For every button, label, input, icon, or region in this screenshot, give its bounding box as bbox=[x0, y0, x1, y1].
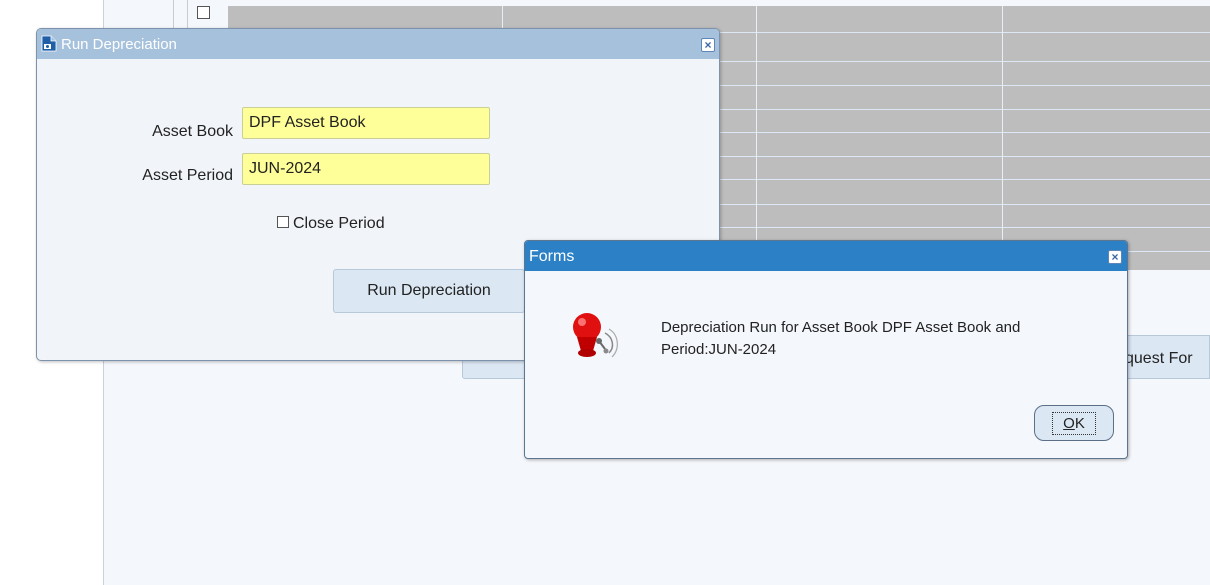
asset-book-label: Asset Book bbox=[152, 123, 233, 140]
close-icon[interactable]: × bbox=[701, 38, 715, 52]
asset-period-label: Asset Period bbox=[142, 167, 233, 184]
run-depreciation-button[interactable]: Run Depreciation bbox=[333, 269, 525, 313]
run-depreciation-titlebar[interactable]: Run Depreciation × bbox=[37, 29, 719, 59]
dialog-title: Forms bbox=[529, 248, 575, 265]
asset-book-input[interactable] bbox=[242, 107, 490, 139]
close-period-label: Close Period bbox=[293, 215, 385, 232]
background-request-button-label: quest For bbox=[1125, 350, 1193, 367]
background-request-button[interactable]: quest For bbox=[1115, 335, 1210, 379]
window-title: Run Depreciation bbox=[61, 36, 177, 53]
alarm-bell-icon bbox=[573, 313, 618, 358]
close-icon[interactable]: × bbox=[1108, 250, 1122, 264]
ok-button[interactable]: OK bbox=[1034, 405, 1114, 441]
asset-period-input[interactable] bbox=[242, 153, 490, 185]
grid-row-checkbox[interactable] bbox=[197, 6, 210, 19]
form-document-icon bbox=[41, 35, 57, 52]
checkbox-box[interactable] bbox=[277, 216, 289, 228]
grid-row-header bbox=[155, 0, 228, 28]
close-period-checkbox[interactable]: Close Period bbox=[277, 215, 385, 233]
dialog-message: Depreciation Run for Asset Book DPF Asse… bbox=[661, 319, 1021, 358]
ok-label-rest: K bbox=[1074, 414, 1085, 432]
forms-alert-dialog: Forms × Depreciation Run for Asset Book … bbox=[524, 240, 1128, 459]
forms-titlebar[interactable]: Forms × bbox=[525, 241, 1127, 271]
ok-mnemonic: O bbox=[1063, 414, 1075, 432]
